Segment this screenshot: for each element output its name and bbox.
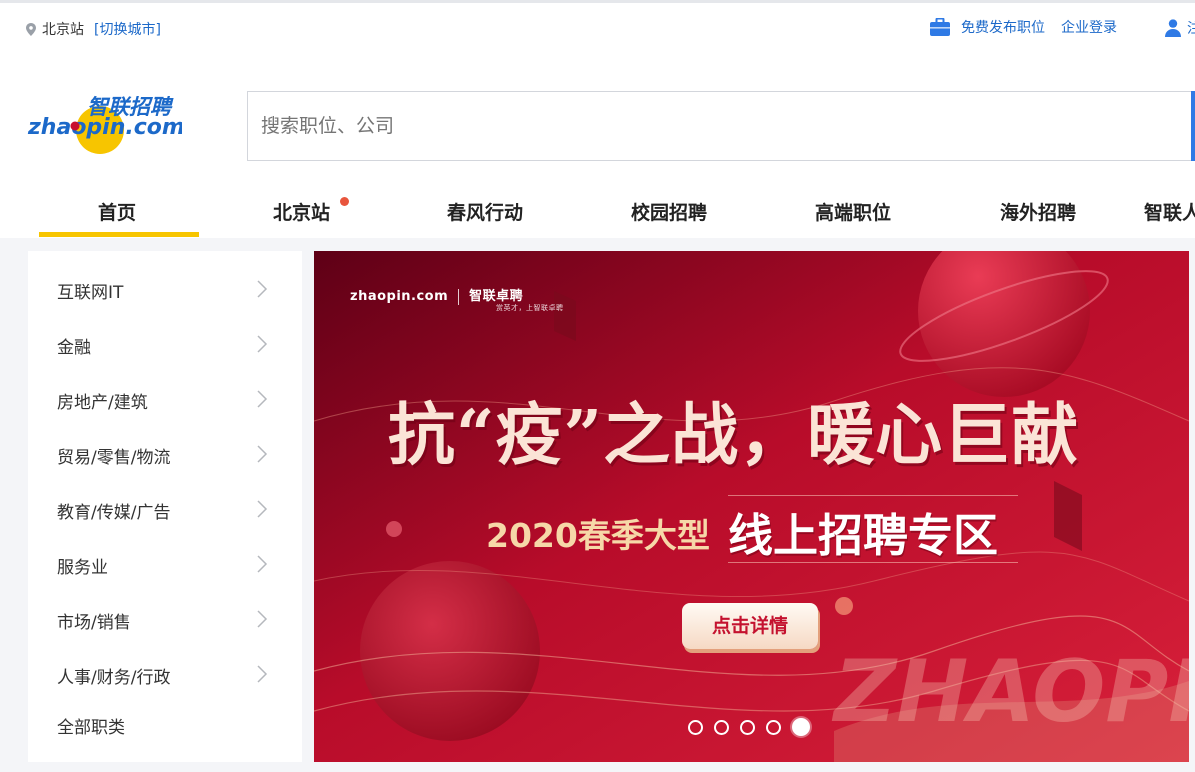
briefcase-icon <box>930 18 950 36</box>
chevron-right-icon <box>257 280 268 298</box>
carousel-dot-active[interactable] <box>792 718 810 736</box>
search-button-edge[interactable] <box>1191 91 1195 161</box>
category-finance[interactable]: 金融 <box>28 324 302 364</box>
banner-headline: 抗“疫”之战，暖心巨献 <box>388 395 1080 474</box>
nav-senior-jobs[interactable]: 高端职位 <box>815 198 891 225</box>
promo-banner[interactable]: ZHAOPIN zhaopin.com 智联卓聘 赏英才，上智联卓聘 抗“疫”之战… <box>314 251 1189 762</box>
divider <box>728 562 1018 563</box>
chevron-right-icon <box>257 610 268 628</box>
category-education-media[interactable]: 教育/传媒/广告 <box>28 489 302 529</box>
category-internet-it[interactable]: 互联网IT <box>28 269 302 309</box>
category-all[interactable]: 全部职类 <box>28 704 302 744</box>
category-label: 房地产/建筑 <box>57 393 148 413</box>
category-label: 服务业 <box>57 558 108 578</box>
nav-zhilian-people[interactable]: 智联人 <box>1144 198 1195 225</box>
category-label: 互联网IT <box>57 283 124 303</box>
search-input[interactable] <box>247 91 1193 161</box>
chevron-right-icon <box>257 445 268 463</box>
carousel-dot[interactable] <box>714 719 729 735</box>
banner-subtitle-right: 线上招聘专区 <box>728 509 999 562</box>
top-bar: 北京站 [切换城市] 免费发布职位 企业登录 注 <box>0 3 1195 55</box>
category-real-estate[interactable]: 房地产/建筑 <box>28 379 302 419</box>
chevron-right-icon <box>257 390 268 408</box>
category-sidebar: 互联网IT 金融 房地产/建筑 贸易/零售/物流 教育/传媒/广告 服务业 市场… <box>28 251 302 762</box>
category-label: 人事/财务/行政 <box>57 668 171 688</box>
user-login-link[interactable]: 注 <box>1187 18 1195 38</box>
nav-home[interactable]: 首页 <box>98 198 136 225</box>
banner-logo-left: zhaopin.com <box>350 289 449 304</box>
category-hr-finance-admin[interactable]: 人事/财务/行政 <box>28 654 302 694</box>
banner-logo-right: 智联卓聘 <box>469 289 524 304</box>
category-all-label: 全部职类 <box>57 718 125 738</box>
nav-active-underline <box>39 232 199 237</box>
banner-logo-sub: 赏英才，上智联卓聘 <box>496 304 564 312</box>
location-selector: 北京站 [切换城市] <box>26 19 161 39</box>
category-label: 贸易/零售/物流 <box>57 448 171 468</box>
category-trade-retail[interactable]: 贸易/零售/物流 <box>28 434 302 474</box>
category-label: 教育/传媒/广告 <box>57 503 171 523</box>
category-marketing-sales[interactable]: 市场/销售 <box>28 599 302 639</box>
nav-overseas[interactable]: 海外招聘 <box>1000 198 1076 225</box>
carousel-dot[interactable] <box>688 719 703 735</box>
page: 北京站 [切换城市] 免费发布职位 企业登录 注 zhaopin.com 智联招… <box>0 0 1195 772</box>
logo-cn-text: 智联招聘 <box>87 95 174 119</box>
banner-subtitle-left: 2020春季大型 <box>486 516 710 555</box>
planet-shape <box>360 561 540 741</box>
banner-details-button[interactable]: 点击详情 <box>682 603 818 649</box>
nav-beijing[interactable]: 北京站 <box>273 198 330 225</box>
category-label: 市场/销售 <box>57 613 131 633</box>
current-city: 北京站 <box>42 22 84 38</box>
chevron-right-icon <box>257 500 268 518</box>
carousel-indicators <box>688 718 821 736</box>
top-links: 免费发布职位 企业登录 <box>930 17 1117 37</box>
nav-spring-action[interactable]: 春风行动 <box>447 198 523 225</box>
corp-login-link[interactable]: 企业登录 <box>1061 17 1117 37</box>
user-icon[interactable] <box>1165 19 1181 37</box>
location-pin-icon <box>26 22 36 36</box>
main-nav: 首页 北京站 春风行动 校园招聘 高端职位 海外招聘 智联人 <box>0 182 1195 238</box>
zhaopin-logo[interactable]: zhaopin.com 智联招聘 <box>26 94 182 154</box>
watermark-text: ZHAOPIN <box>831 642 1189 742</box>
chevron-right-icon <box>257 555 268 573</box>
nav-campus[interactable]: 校园招聘 <box>631 198 707 225</box>
chevron-right-icon <box>257 335 268 353</box>
chevron-right-icon <box>257 665 268 683</box>
banner-logo: zhaopin.com 智联卓聘 赏英才，上智联卓聘 <box>350 285 563 312</box>
switch-city-link[interactable]: [切换城市] <box>94 19 161 39</box>
publish-job-link[interactable]: 免费发布职位 <box>961 17 1045 37</box>
new-badge-dot <box>340 197 349 206</box>
carousel-dot[interactable] <box>766 719 781 735</box>
carousel-dot[interactable] <box>740 719 755 735</box>
divider <box>728 495 1018 496</box>
category-service[interactable]: 服务业 <box>28 544 302 584</box>
category-label: 金融 <box>57 338 91 358</box>
